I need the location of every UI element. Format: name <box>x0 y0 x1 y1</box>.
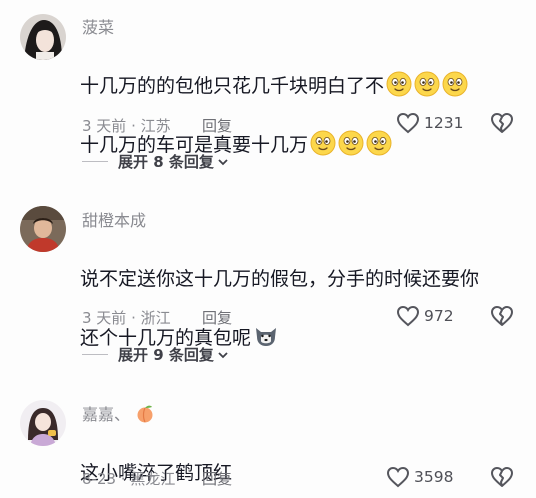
heart-icon <box>386 466 410 488</box>
reply-button[interactable]: 回复 <box>202 307 232 328</box>
username-text: 嘉嘉、 <box>82 405 131 424</box>
expand-replies-label: 展开 9 条回复 <box>118 346 214 364</box>
divider-line <box>82 161 108 162</box>
heart-icon <box>396 305 420 327</box>
smile-emoji-group <box>384 71 468 97</box>
smile-emoji <box>338 130 364 156</box>
chevron-down-icon <box>218 351 228 358</box>
broken-heart-icon <box>491 113 513 133</box>
avatar[interactable] <box>20 206 66 252</box>
peach-emoji <box>137 405 153 423</box>
comment-time-location: 8-23 · 黑龙江 <box>82 470 176 488</box>
like-button[interactable]: 972 <box>396 305 454 327</box>
dislike-button[interactable] <box>490 305 514 331</box>
smile-emoji <box>386 71 412 97</box>
smile-emoji <box>414 71 440 97</box>
like-count: 972 <box>424 307 454 325</box>
broken-heart-icon <box>491 467 513 487</box>
divider-line <box>82 354 108 355</box>
comment-time-location: 3 天前 · 江苏 <box>82 117 171 135</box>
broken-heart-icon <box>491 306 513 326</box>
avatar[interactable] <box>20 14 66 60</box>
chevron-down-icon <box>218 158 228 165</box>
dislike-button[interactable] <box>490 112 514 138</box>
like-count: 3598 <box>414 468 454 486</box>
expand-replies-label: 展开 8 条回复 <box>118 153 214 171</box>
like-button[interactable]: 1231 <box>396 112 463 134</box>
husky-emoji <box>256 328 277 346</box>
smile-emoji <box>310 130 336 156</box>
heart-icon <box>396 112 420 134</box>
comment-line: 十几万的的包他只花几千块明白了不 <box>80 75 385 97</box>
comment-line: 说不定送你这十几万的假包，分手的时候还要你 <box>80 268 480 290</box>
husky-emoji-group <box>251 327 279 349</box>
smile-emoji <box>442 71 468 97</box>
avatar[interactable] <box>20 400 66 446</box>
reply-button[interactable]: 回复 <box>202 115 232 136</box>
smile-emoji <box>366 130 392 156</box>
username[interactable]: 嘉嘉、 <box>82 401 155 425</box>
username[interactable]: 甜橙本成 <box>82 207 146 231</box>
smile-emoji-group <box>308 130 392 156</box>
expand-replies-button[interactable]: 展开 8 条回复 <box>82 151 229 172</box>
dislike-button[interactable] <box>490 466 514 492</box>
expand-replies-button[interactable]: 展开 9 条回复 <box>82 344 229 365</box>
like-button[interactable]: 3598 <box>386 466 453 488</box>
username[interactable]: 菠菜 <box>82 14 114 38</box>
comment-time-location: 3 天前 · 浙江 <box>82 309 171 327</box>
reply-button[interactable]: 回复 <box>202 468 232 489</box>
like-count: 1231 <box>424 114 464 132</box>
